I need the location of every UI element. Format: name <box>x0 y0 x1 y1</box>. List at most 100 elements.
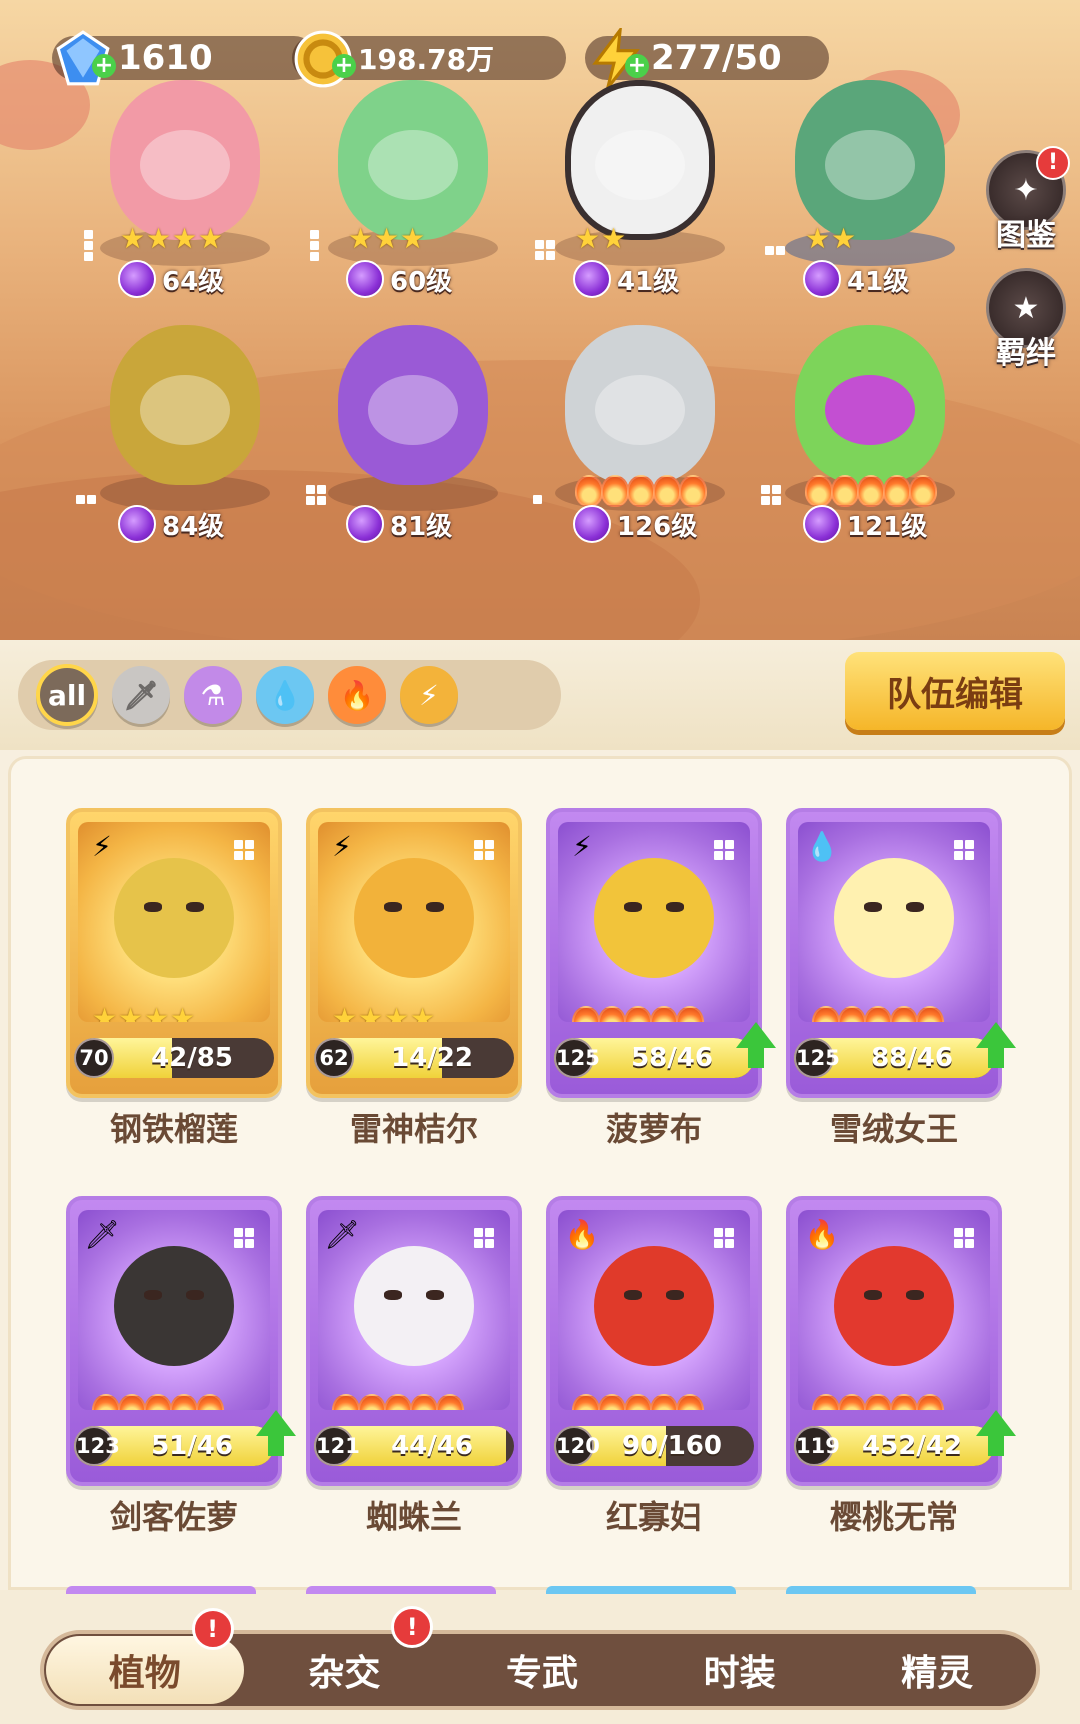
next-row-card-edge <box>546 1586 736 1594</box>
tab-exclusive-weapon[interactable]: 专武 <box>443 1634 641 1706</box>
hero-level: 81级 <box>346 505 452 543</box>
shard-count: 88/46 <box>871 1043 953 1073</box>
team-hero[interactable]: ★ ★ ★ 60级 <box>310 80 508 300</box>
gem-currency[interactable]: 1610 + <box>52 30 316 86</box>
position-icon <box>535 240 555 260</box>
tab-costume[interactable]: 时装 <box>641 1634 839 1706</box>
card-level: 70 <box>74 1038 114 1078</box>
position-icon <box>954 840 974 860</box>
energy-currency[interactable]: 277/50 + <box>585 28 829 89</box>
filter-sword-button[interactable]: 🗡 <box>112 666 170 724</box>
shard-count: 51/46 <box>151 1431 233 1461</box>
card-level: 119 <box>794 1426 840 1466</box>
position-icon <box>714 840 734 860</box>
fire-icon: 🔥 <box>339 678 375 712</box>
potion-icon <box>346 505 384 543</box>
plant-card[interactable]: 🔥 119 452/42 樱桃无常 <box>786 1196 1016 1536</box>
filter-lightning-button[interactable]: ⚡ <box>400 666 458 724</box>
position-icon <box>234 840 254 860</box>
codex-label: 图鉴 <box>996 218 1056 253</box>
shard-progress-bar: 120 90/160 <box>554 1426 754 1466</box>
position-icon <box>533 495 542 504</box>
flame-rating <box>572 1394 704 1410</box>
position-icon <box>714 1228 734 1248</box>
filter-water-button[interactable]: 💧 <box>256 666 314 724</box>
potion-icon: ⚗ <box>200 678 226 712</box>
position-icon <box>954 1228 974 1248</box>
filter-bar: all 🗡 ⚗ 💧 🔥 ⚡ 队伍编辑 <box>0 640 1080 750</box>
potion-icon <box>118 260 156 298</box>
hero-level: 41级 <box>573 260 679 298</box>
bond-button[interactable]: ★ 羁绊 <box>982 268 1070 371</box>
plant-card[interactable]: 🔥 120 90/160 红寡妇 <box>546 1196 762 1536</box>
fire-icon: 🔥 <box>564 1217 600 1251</box>
flame-rating <box>812 1006 944 1022</box>
star-rating: ★ ★ ★ ★ <box>92 1002 196 1023</box>
plant-card[interactable]: 💧 125 88/46 雪绒女王 <box>786 808 1016 1148</box>
tab-plants[interactable]: 植物! <box>46 1608 244 1704</box>
team-hero[interactable]: 126级 <box>533 325 735 545</box>
add-energy-button[interactable]: + <box>625 54 649 78</box>
sword-icon: 🗡 <box>84 1217 120 1251</box>
add-gem-button[interactable]: + <box>92 54 116 78</box>
card-level: 120 <box>554 1426 600 1466</box>
team-hero[interactable]: ★ ★ ★ ★ 64级 <box>84 80 280 300</box>
plant-name: 钢铁榴莲 <box>109 1110 238 1148</box>
plant-card[interactable]: ⚡ ★ ★ ★ ★ 70 42/85 钢铁榴莲 <box>66 808 282 1148</box>
position-icon <box>474 1228 494 1248</box>
next-row-card-edge <box>786 1586 976 1594</box>
shard-progress-bar: 125 58/46 <box>554 1038 754 1078</box>
plant-name: 剑客佐萝 <box>109 1498 238 1536</box>
plant-name: 蜘蛛兰 <box>365 1498 462 1536</box>
team-hero[interactable]: ★ ★ 41级 <box>535 80 735 300</box>
hero-level: 60级 <box>346 260 452 298</box>
potion-icon <box>573 260 611 298</box>
tab-sprite[interactable]: 精灵 <box>838 1634 1036 1706</box>
shard-count: 42/85 <box>151 1043 233 1073</box>
shard-progress-bar: 119 452/42 <box>794 1426 994 1466</box>
filter-magic-button[interactable]: ⚗ <box>184 666 242 724</box>
plant-card[interactable]: 🗡 123 51/46 剑客佐萝 <box>66 1196 296 1536</box>
tab-label: 时装 <box>703 1653 776 1694</box>
shard-progress-bar: 125 88/46 <box>794 1038 994 1078</box>
team-hero[interactable]: 81级 <box>306 325 508 545</box>
plant-card[interactable]: ⚡ ★ ★ ★ ★ 62 14/22 雷神桔尔 <box>306 808 522 1148</box>
filter-all-button[interactable]: all <box>36 664 98 726</box>
plant-card[interactable]: 🗡 121 44/46 蜘蛛兰 <box>306 1196 522 1536</box>
shard-count: 90/160 <box>622 1431 722 1461</box>
hero-level: 84级 <box>118 505 224 543</box>
add-coin-button[interactable]: + <box>332 54 356 78</box>
shard-count: 452/42 <box>862 1431 962 1461</box>
team-hero[interactable]: ★ ★ 41级 <box>765 80 965 300</box>
team-hero[interactable]: 84级 <box>76 325 280 545</box>
hero-level: 41级 <box>803 260 909 298</box>
team-edit-button[interactable]: 队伍编辑 <box>845 652 1065 730</box>
position-icon <box>474 840 494 860</box>
card-level: 62 <box>314 1038 354 1078</box>
tab-label: 精灵 <box>901 1653 974 1694</box>
star-rating: ★ ★ ★ <box>348 222 426 255</box>
flame-rating <box>332 1394 464 1410</box>
alert-badge: ! <box>1036 146 1070 180</box>
plant-portrait: ⚡ ★ ★ ★ ★ <box>318 822 510 1022</box>
codex-button[interactable]: ✦ 图鉴 ! <box>982 146 1070 253</box>
tab-hybrid[interactable]: 杂交! <box>246 1606 444 1706</box>
shard-progress-bar: 62 14/22 <box>314 1038 514 1078</box>
shard-progress-bar: 70 42/85 <box>74 1038 274 1078</box>
position-icon <box>310 230 319 261</box>
alert-badge: ! <box>391 1606 434 1648</box>
hero-level: 126级 <box>573 505 697 543</box>
team-hero[interactable]: 121级 <box>761 325 965 545</box>
battle-scene: 1610 + 198.78万 + 277/50 + ✦ 图鉴 ! ★ 羁绊 ★ ★… <box>0 0 1080 640</box>
shard-progress-bar: 123 51/46 <box>74 1426 274 1466</box>
coin-value: 198.78万 <box>358 43 495 76</box>
coin-currency[interactable]: 198.78万 + <box>292 30 566 88</box>
element-filters: all 🗡 ⚗ 💧 🔥 ⚡ <box>18 660 561 730</box>
lightning-icon: ⚡ <box>419 678 439 712</box>
water-icon: 💧 <box>267 678 303 712</box>
sword-icon: 🗡 <box>123 678 159 712</box>
filter-fire-button[interactable]: 🔥 <box>328 666 386 724</box>
plant-card[interactable]: ⚡ 125 58/46 菠萝布 <box>546 808 776 1148</box>
energy-value: 277/50 <box>651 38 782 78</box>
plant-name: 雪绒女王 <box>829 1110 958 1148</box>
